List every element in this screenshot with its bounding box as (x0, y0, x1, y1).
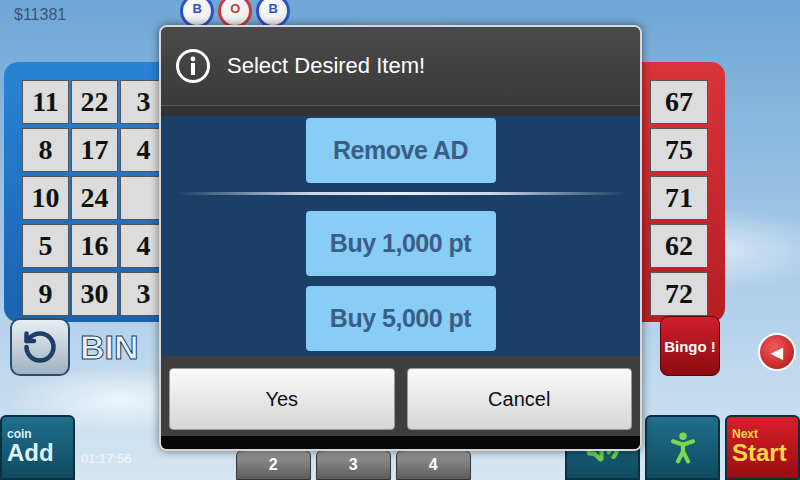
called-balls: BOB (180, 0, 290, 28)
timer: 01:17:56 (81, 451, 132, 466)
card-cell[interactable]: 8 (22, 128, 69, 172)
item-button[interactable]: Buy 5,000 pt (306, 286, 496, 351)
item-button[interactable]: Buy 1,000 pt (306, 211, 496, 276)
game-screen: $11381BOB112238174102451649303BIN6775716… (0, 0, 800, 480)
money: $11381 (0, 0, 80, 30)
bingo-button[interactable]: Bingo ! (660, 316, 720, 376)
coin-label: Add (7, 440, 68, 466)
item-group: Remove AD (306, 118, 496, 183)
ball: O (218, 0, 252, 28)
character-button[interactable] (645, 415, 720, 480)
card-cell[interactable]: 10 (22, 176, 69, 220)
dialog-title-bar: Select Desired Item! (161, 27, 640, 105)
item-group: Buy 1,000 pt Buy 5,000 pt (306, 211, 496, 351)
card-tabs: 234 (236, 450, 471, 480)
card-tab[interactable]: 3 (316, 450, 391, 480)
item-button[interactable]: Remove AD (306, 118, 496, 183)
card-tab[interactable]: 2 (236, 450, 311, 480)
coin-add-button[interactable]: coinAdd (0, 415, 75, 480)
next-caption: Next (732, 428, 793, 440)
card-cell[interactable]: 72 (650, 272, 708, 316)
dialog-footer: YesCancel (161, 356, 640, 449)
card-cell[interactable]: 5 (22, 224, 69, 268)
group-divider (176, 192, 626, 195)
dialog-button[interactable]: Cancel (407, 368, 633, 430)
card-cell[interactable]: 67 (650, 80, 708, 124)
card-cell[interactable]: 11 (22, 80, 69, 124)
title-divider (161, 105, 640, 116)
card-cell[interactable]: 22 (71, 80, 118, 124)
dialog-button[interactable]: Yes (169, 368, 395, 430)
card-cell[interactable]: 62 (650, 224, 708, 268)
refresh-button[interactable] (10, 318, 70, 376)
person-icon (663, 428, 703, 468)
coin-caption: coin (7, 428, 68, 440)
card-cell[interactable]: 9 (22, 272, 69, 316)
logo: BIN (80, 328, 139, 367)
dialog-bottom (161, 436, 640, 449)
next-label: Start (732, 440, 793, 466)
ball: B (180, 0, 214, 28)
card-cell[interactable]: 75 (650, 128, 708, 172)
dialog-buttons: YesCancel (161, 356, 640, 436)
refresh-icon (22, 329, 58, 365)
arrow-button[interactable]: ◀ (758, 333, 796, 371)
ball: B (256, 0, 290, 28)
dialog-content: Remove AD Buy 1,000 pt Buy 5,000 pt (161, 116, 640, 356)
next-start-button[interactable]: NextStart (725, 415, 800, 480)
card-cell[interactable]: 30 (71, 272, 118, 316)
card-cell[interactable]: 71 (650, 176, 708, 220)
card-cell[interactable]: 24 (71, 176, 118, 220)
card-tab[interactable]: 4 (396, 450, 471, 480)
purchase-dialog: Select Desired Item! Remove AD Buy 1,000 p… (159, 25, 642, 451)
card-cell[interactable]: 16 (71, 224, 118, 268)
info-icon (175, 48, 211, 84)
right-column: 6775716272Bingo ! ◀ (625, 58, 800, 410)
card-cell[interactable]: 17 (71, 128, 118, 172)
dialog-title: Select Desired Item! (227, 53, 425, 79)
